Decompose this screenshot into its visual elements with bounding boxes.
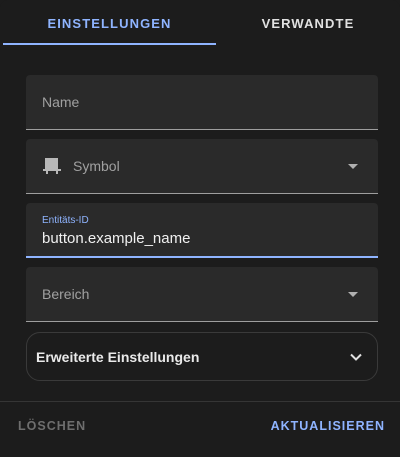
dropdown-arrow-icon (348, 164, 358, 169)
active-tab-indicator (3, 43, 216, 45)
entity-id-label: Entitäts-ID (42, 215, 89, 226)
icon-picker-label: Symbol (73, 158, 120, 174)
entity-settings-dialog: EINSTELLUNGEN VERWANDTE Name Symbol Enti… (0, 0, 400, 457)
dialog-footer: LÖSCHEN AKTUALISIEREN (0, 402, 400, 457)
settings-form: Name Symbol Entitäts-ID button.example_n… (0, 46, 400, 401)
dropdown-arrow-icon (348, 292, 358, 297)
icon-picker[interactable]: Symbol (26, 139, 378, 194)
tab-related[interactable]: VERWANDTE (216, 0, 400, 46)
tab-bar: EINSTELLUNGEN VERWANDTE (0, 0, 400, 46)
area-picker[interactable]: Bereich (26, 267, 378, 322)
name-field-label: Name (42, 94, 80, 110)
entity-id-field[interactable]: Entitäts-ID button.example_name (26, 203, 378, 258)
advanced-settings-label: Erweiterte Einstellungen (36, 348, 200, 365)
entity-id-value[interactable]: button.example_name (42, 230, 190, 247)
advanced-settings-expander[interactable]: Erweiterte Einstellungen (26, 332, 378, 381)
chevron-down-icon (350, 353, 362, 361)
tab-settings[interactable]: EINSTELLUNGEN (3, 0, 216, 46)
name-field[interactable]: Name (26, 75, 378, 130)
delete-button[interactable]: LÖSCHEN (18, 419, 86, 433)
icon-placeholder-icon (43, 158, 61, 174)
area-picker-label: Bereich (42, 286, 90, 302)
update-button[interactable]: AKTUALISIEREN (271, 419, 385, 433)
